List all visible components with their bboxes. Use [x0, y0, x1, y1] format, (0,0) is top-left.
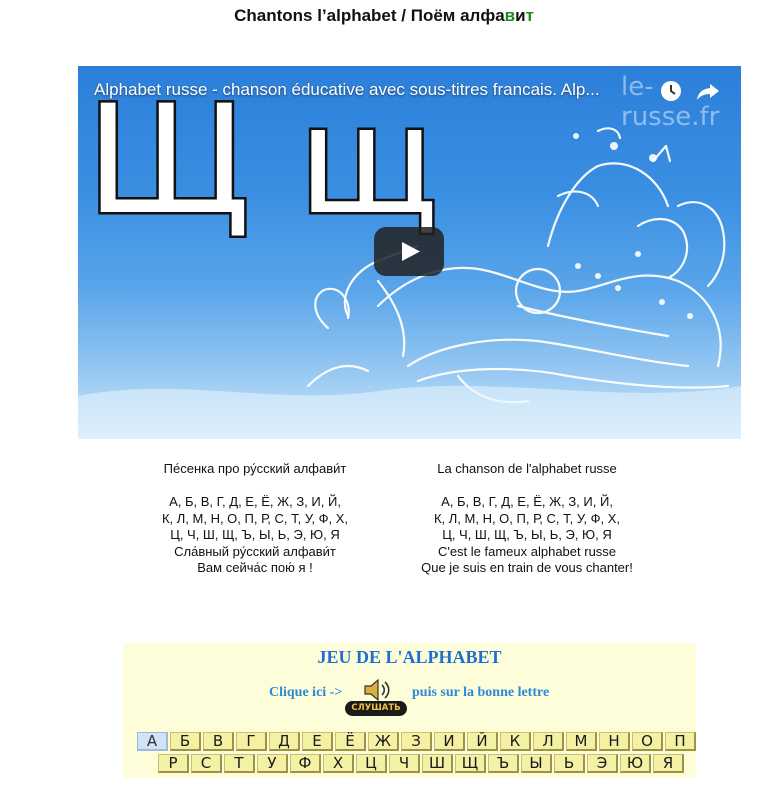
letter-button[interactable]: Й	[467, 732, 498, 751]
lyrics-ru-line: Вам сейча́с пою́ я !	[197, 560, 313, 575]
lyrics-fr-line: К, Л, М, Н, О, П, Р, С, Т, У, Ф, Х,	[433, 510, 621, 526]
letter-button[interactable]: Ц	[356, 754, 387, 773]
letter-button[interactable]: О	[632, 732, 663, 751]
letter-button[interactable]: Т	[224, 754, 255, 773]
lyrics-russian: Пе́сенка про ру́сский алфави́т А, Б, В, …	[130, 461, 380, 577]
letter-button[interactable]: Я	[653, 754, 684, 773]
lyrics-fr-heading: La chanson de l'alphabet russe	[437, 461, 617, 476]
watch-later-icon[interactable]	[658, 78, 684, 104]
letter-button[interactable]: П	[665, 732, 696, 751]
letter-button[interactable]: Ж	[368, 732, 399, 751]
letter-button[interactable]: Ш	[422, 754, 453, 773]
letter-button[interactable]: У	[257, 754, 288, 773]
lyrics-ru-heading: Пе́сенка про ру́сский алфави́т	[163, 461, 347, 476]
letter-button[interactable]: Ъ	[488, 754, 519, 773]
letter-row-1: АБВГДЕЁЖЗИЙКЛМНОП	[137, 732, 696, 751]
letter-button[interactable]: К	[500, 732, 531, 751]
video-title[interactable]: Alphabet russe - chanson éducative avec …	[94, 80, 634, 100]
letter-button[interactable]: Ю	[620, 754, 651, 773]
game-instruction-click: Clique ici ->	[269, 685, 343, 700]
lyrics-fr-line: Ц, Ч, Ш, Щ, Ъ, Ы, Ь, Э, Ю, Я	[442, 527, 612, 542]
letter-button[interactable]: Э	[587, 754, 618, 773]
lyrics-ru-line: К, Л, М, Н, О, П, Р, С, Т, У, Ф, Х,	[161, 510, 349, 526]
letter-button[interactable]: В	[203, 732, 234, 751]
letter-button[interactable]: Р	[158, 754, 189, 773]
lyrics-ru-line: Сла́вный ру́сский алфави́т	[174, 543, 336, 559]
game-title: JEU DE L'ALPHABET	[317, 647, 502, 667]
lyrics-fr-line: Que je suis en train de vous chanter!	[421, 560, 633, 575]
lyrics-fr-line: А, Б, В, Г, Д, Е, Ё, Ж, З, И, Й,	[441, 494, 613, 509]
alphabet-game: JEU DE L'ALPHABET Clique ici -> СЛУШАТЬ …	[123, 643, 696, 778]
letter-button[interactable]: Б	[170, 732, 201, 751]
letter-button[interactable]: Е	[302, 732, 333, 751]
play-button[interactable]	[374, 227, 444, 276]
letter-button[interactable]: Н	[599, 732, 630, 751]
letter-button[interactable]: И	[434, 732, 465, 751]
lyrics-fr-line: C'est le fameux alphabet russe	[437, 543, 617, 559]
page-title-ru-green-letter-1: в	[504, 6, 516, 25]
page-title: Chantons l’alphabet / Поём алфавит	[0, 6, 768, 26]
big-letters: Щ щ	[86, 74, 439, 248]
page-title-ru-green-letter-2: т	[525, 6, 534, 25]
play-icon	[402, 242, 420, 261]
page-title-ru-part2: и	[515, 6, 526, 25]
share-icon[interactable]	[695, 78, 721, 104]
letter-button[interactable]: М	[566, 732, 597, 751]
page-title-ru-part1: Поём алфа	[410, 6, 505, 25]
letter-button[interactable]: Ф	[290, 754, 321, 773]
lyrics-ru-line: Ц, Ч, Ш, Щ, Ъ, Ы, Ь, Э, Ю, Я	[170, 527, 340, 542]
letter-button[interactable]: А	[137, 732, 168, 751]
letter-button[interactable]: З	[401, 732, 432, 751]
letter-button[interactable]: Щ	[455, 754, 486, 773]
lyrics-ru-line: А, Б, В, Г, Д, Е, Ё, Ж, З, И, Й,	[169, 494, 341, 509]
letter-button[interactable]: Ч	[389, 754, 420, 773]
lyrics-french: La chanson de l'alphabet russe А, Б, В, …	[397, 461, 657, 577]
music-notes	[573, 133, 693, 319]
page-title-fr: Chantons l’alphabet /	[234, 6, 411, 25]
speaker-icon[interactable]	[361, 677, 393, 703]
letter-row-2: РСТУФХЦЧШЩЪЫЬЭЮЯ	[158, 754, 684, 773]
letter-button[interactable]: С	[191, 754, 222, 773]
listen-button[interactable]: СЛУШАТЬ	[345, 701, 407, 716]
letter-button[interactable]: Ь	[554, 754, 585, 773]
letter-button[interactable]: Ы	[521, 754, 552, 773]
game-instruction-then: puis sur la bonne lettre	[412, 685, 550, 700]
letter-button[interactable]: Д	[269, 732, 300, 751]
cloud-band	[78, 385, 741, 439]
letter-button[interactable]: Л	[533, 732, 564, 751]
letter-button[interactable]: Х	[323, 754, 354, 773]
video-player[interactable]: Щ щ Alphabet russe - chanson éducative a…	[78, 66, 741, 439]
letter-button[interactable]: Г	[236, 732, 267, 751]
letter-button[interactable]: Ё	[335, 732, 366, 751]
